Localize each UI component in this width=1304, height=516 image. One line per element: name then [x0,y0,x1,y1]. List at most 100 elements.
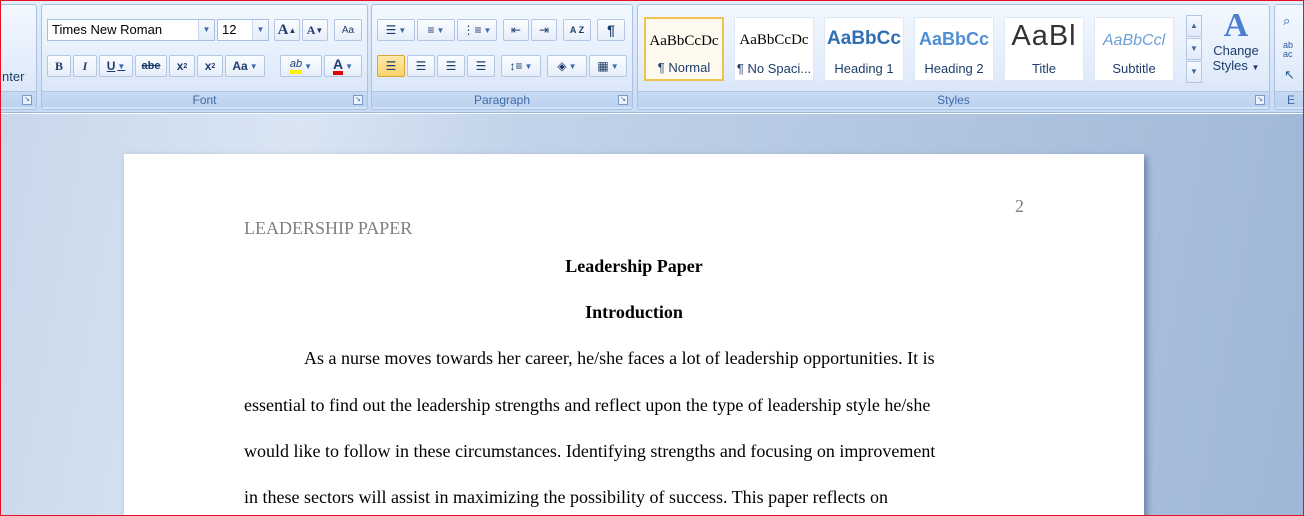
borders-button[interactable]: ▦ ▼ [589,55,627,77]
eraser-icon: Aa [341,24,355,36]
align-center-icon: ☰ [415,59,427,73]
body-line: would like to follow in these circumstan… [244,441,936,461]
chevron-down-icon: ▼ [398,25,407,35]
styles-launcher-icon[interactable]: ↘ [1255,95,1265,105]
multilevel-list-button[interactable]: ⋮≡ ▼ [457,19,497,41]
superscript-two-icon: 2 [211,62,216,70]
line-spacing-button[interactable]: ↕≡ ▼ [501,55,541,77]
chevron-down-icon: ▼ [610,61,619,71]
editing-group: ⌕ ab ac ↖ E [1274,4,1303,110]
replace-icon[interactable]: ab ac [1283,41,1293,59]
style-title[interactable]: AaBl Title [1004,17,1084,81]
underline-glyph: U [106,59,116,73]
editing-group-label: E [1275,91,1303,107]
borders-icon: ▦ [597,59,609,73]
subscript-two-icon: 2 [183,62,188,70]
body-line: As a nurse moves towards her career, he/… [304,348,935,368]
chevron-down-icon: ▼ [249,61,258,71]
find-icon[interactable]: ⌕ [1283,13,1290,29]
font-name-combo[interactable]: Times New Roman ▼ [47,19,215,41]
style-heading-2[interactable]: AaBbCc Heading 2 [914,17,994,81]
decrease-indent-button[interactable]: ⇤ [503,19,529,41]
numbering-button[interactable]: ≡ ▼ [417,19,455,41]
up-arrow-icon: ▲ [288,25,297,35]
bullets-button[interactable]: ☰ ▼ [377,19,415,41]
change-styles-label-2: Styles ▼ [1206,58,1266,75]
body-line: essential to find out the leadership str… [244,395,931,415]
chevron-down-icon[interactable]: ▼ [252,20,268,40]
font-launcher-icon[interactable]: ↘ [353,95,363,105]
font-color-button[interactable]: A ▼ [324,55,362,77]
shrink-font-glyph: A [306,22,316,37]
subscript-glyph: x [176,59,184,73]
chevron-down-icon: ▼ [436,25,445,35]
numbered-list-icon: ≡ [427,23,435,37]
align-left-button[interactable]: ☰ [377,55,405,77]
chevron-down-icon: ▼ [483,25,492,35]
style-name: Heading 2 [924,61,984,76]
shrink-font-button[interactable]: A ▼ [302,19,328,41]
change-styles-button[interactable]: A Change Styles ▼ [1206,9,1266,91]
grow-font-button[interactable]: A ▲ [274,19,300,41]
justify-button[interactable]: ☰ [467,55,495,77]
grow-font-glyph: A [277,21,289,38]
chevron-down-icon: ▼ [117,61,126,71]
subscript-button[interactable]: x2 [169,55,195,77]
styles-group: AaBbCcDc ¶ Normal AaBbCcDc ¶ No Spaci...… [637,4,1270,110]
style-normal[interactable]: AaBbCcDc ¶ Normal [644,17,724,81]
more-styles-icon[interactable]: ▼ [1186,61,1202,83]
bold-button[interactable]: B [47,55,71,77]
style-sample: AaBbCcl [1102,32,1166,49]
select-cursor-icon[interactable]: ↖ [1284,67,1295,83]
increase-indent-button[interactable]: ⇥ [531,19,557,41]
change-styles-label-2-text: Styles [1212,58,1248,73]
italic-button[interactable]: I [73,55,97,77]
clear-formatting-button[interactable]: Aa [334,19,362,41]
paragraph-launcher-icon[interactable]: ↘ [618,95,628,105]
styles-gallery-scroll: ▲ ▼ ▼ [1186,15,1202,83]
paragraph-group: ☰ ▼ ≡ ▼ ⋮≡ ▼ ⇤ ⇥ A Z ¶ ☰ ☰ ☰ ☰ ↕≡ ▼ ◈ ▼ ▦ ▼ Pa… [371,4,633,110]
style-sample: AaBbCc [918,29,989,49]
decrease-indent-icon: ⇤ [510,23,522,37]
chevron-down-icon[interactable]: ▼ [198,20,214,40]
sort-button[interactable]: A Z [563,19,591,41]
clipboard-group: nter ↘ [1,4,37,110]
align-right-button[interactable]: ☰ [437,55,465,77]
clipboard-launcher-icon[interactable]: ↘ [22,95,32,105]
underline-button[interactable]: U ▼ [99,55,133,77]
body-line: in these sectors will assist in maximizi… [244,487,889,507]
strikethrough-button[interactable]: abe [135,55,167,77]
font-group: Times New Roman ▼ 12 ▼ A ▲ A ▼ Aa B I U ▼ a… [41,4,368,110]
style-name: Heading 1 [834,61,894,76]
align-left-icon: ☰ [385,59,397,73]
scroll-up-icon[interactable]: ▲ [1186,15,1202,37]
justify-icon: ☰ [475,59,487,73]
font-group-label: Font [42,91,367,107]
change-case-button[interactable]: Aa ▼ [225,55,265,77]
bullet-list-icon: ☰ [385,23,397,37]
style-name: Title [1031,61,1057,76]
pilcrow-icon: ¶ [607,22,615,38]
style-heading-1[interactable]: AaBbCc Heading 1 [824,17,904,81]
style-sample: AaBl [1011,20,1077,52]
shading-button[interactable]: ◈ ▼ [547,55,587,77]
align-center-button[interactable]: ☰ [407,55,435,77]
change-case-glyph: Aa [232,59,248,73]
document-page[interactable]: 2 LEADERSHIP PAPER Leadership Paper Intr… [124,154,1144,515]
paragraph-group-label: Paragraph [372,91,632,107]
font-name-value: Times New Roman [52,22,163,37]
style-subtitle[interactable]: AaBbCcl Subtitle [1094,17,1174,81]
highlight-button[interactable]: ab ▼ [280,55,322,77]
style-no-spacing[interactable]: AaBbCcDc ¶ No Spaci... [734,17,814,81]
page-number: 2 [1015,196,1024,216]
change-styles-label-1: Change [1213,43,1259,58]
style-name: ¶ Normal [657,60,711,75]
scroll-down-icon[interactable]: ▼ [1186,38,1202,60]
show-marks-button[interactable]: ¶ [597,19,625,41]
superscript-glyph: x [204,59,212,73]
format-painter-label-fragment[interactable]: nter [2,69,24,84]
font-size-value: 12 [222,22,237,37]
superscript-button[interactable]: x2 [197,55,223,77]
font-size-combo[interactable]: 12 ▼ [217,19,269,41]
style-sample: AaBbCcDc [739,32,809,48]
